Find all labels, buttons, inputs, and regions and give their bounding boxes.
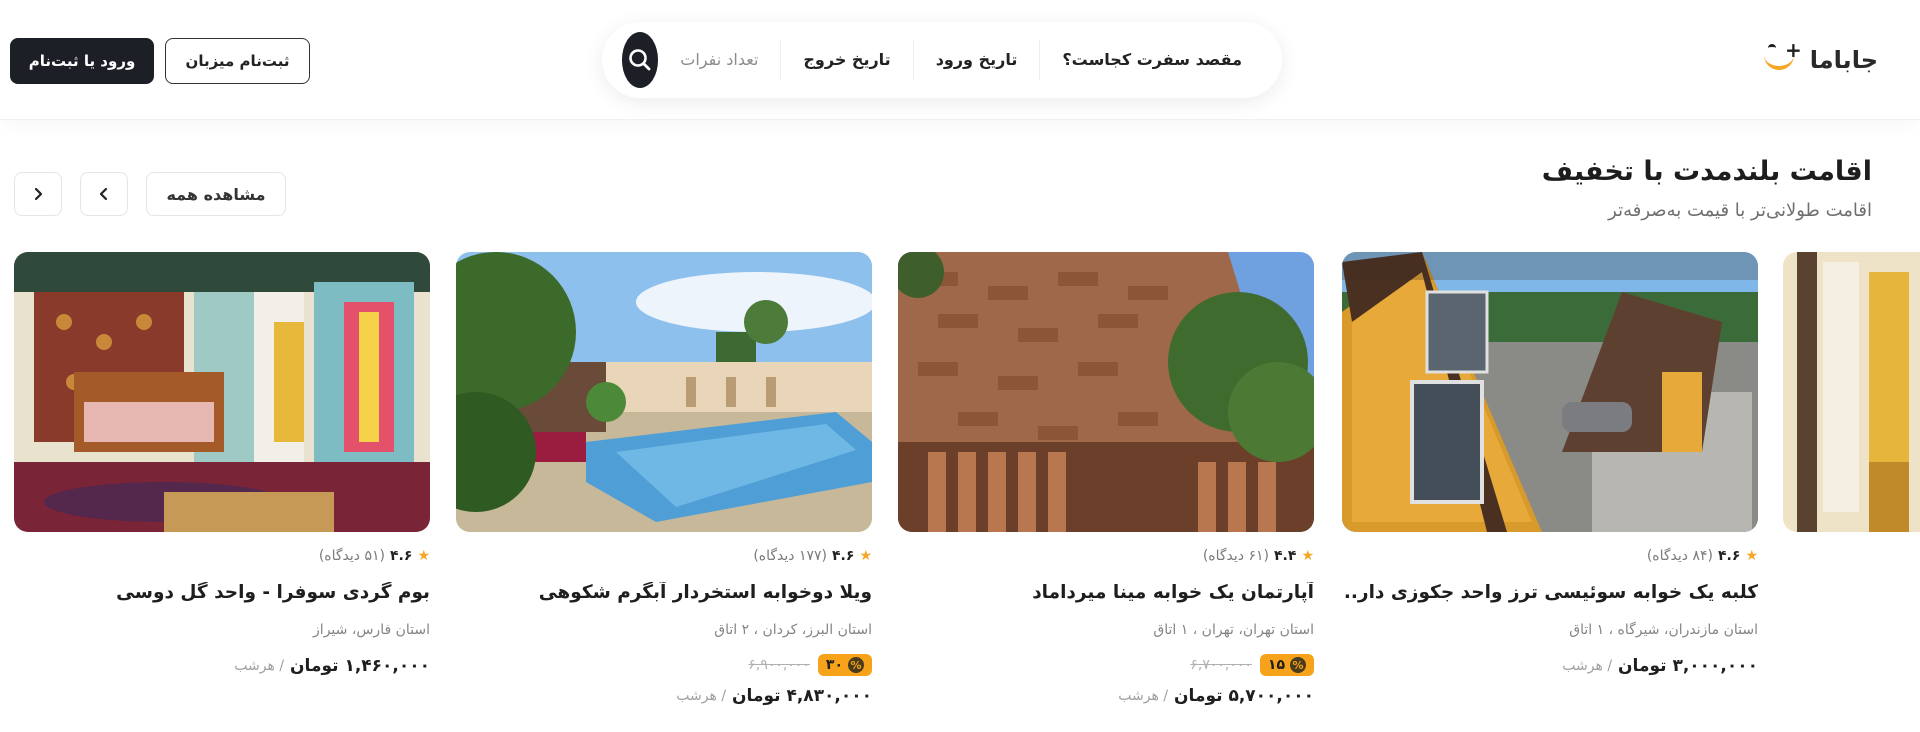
discount-badge: % ۱۵ bbox=[1259, 654, 1314, 676]
price-per-night: / هرشب bbox=[234, 658, 285, 674]
search-icon bbox=[629, 49, 651, 71]
listing-card[interactable]: ★ ۴.۴ (۶۱ دیدگاه) آپارتمان یک خوابه مینا… bbox=[898, 252, 1314, 708]
chevron-right-icon bbox=[34, 187, 43, 201]
old-price: ۶,۷۰۰,۰۰۰ bbox=[1190, 657, 1252, 673]
listing-price: ۱,۴۶۰,۰۰۰ تومان bbox=[290, 656, 430, 676]
rating-score: ۴.۶ bbox=[832, 548, 855, 564]
review-count: (۸۴ دیدگاه) bbox=[1646, 548, 1714, 564]
discount-value: ۳۰ bbox=[825, 657, 843, 673]
listing-location: استان مازندران، شیرگاه ، ۱ اتاق bbox=[1569, 622, 1758, 638]
guests-field[interactable]: تعداد نفرات bbox=[658, 40, 780, 80]
listing-title[interactable]: بوم گردی سوفرا - واحد گل دوسی bbox=[14, 582, 430, 608]
rating-row: ★ ۴.۶ (۵۱ دیدگاه) bbox=[14, 546, 430, 566]
price-row: ۳,۰۰۰,۰۰۰ تومان / هرشب bbox=[1342, 654, 1758, 678]
carousel-next-button[interactable] bbox=[14, 172, 62, 216]
listing-price: ۵,۷۰۰,۰۰۰ تومان bbox=[1174, 686, 1314, 706]
check-out-field[interactable]: تاریخ خروج bbox=[780, 40, 912, 80]
review-count: (۵۱ دیدگاه) bbox=[318, 548, 386, 564]
rating-row: ★ ۴.۶ (۸۴ دیدگاه) bbox=[1342, 546, 1758, 566]
star-icon: ★ bbox=[417, 548, 430, 564]
listing-photo-swiss-cabin[interactable] bbox=[1342, 252, 1758, 532]
listing-location: استان فارس، شیراز bbox=[313, 622, 430, 638]
rating-row: ★ ۴.۴ (۶۱ دیدگاه) bbox=[898, 546, 1314, 566]
listing-photo-mina-apartment[interactable] bbox=[898, 252, 1314, 532]
search-button[interactable] bbox=[622, 32, 659, 88]
star-icon: ★ bbox=[1301, 548, 1314, 564]
listing-card[interactable]: ★ ۴.۶ (۵۱ دیدگاه) بوم گردی سوفرا - واحد … bbox=[14, 252, 430, 678]
review-count: (۶۱ دیدگاه) bbox=[1202, 548, 1270, 564]
section-title: اقامت بلندمدت با تخفیف bbox=[1541, 156, 1872, 187]
old-price: ۶,۹۰۰,۰۰۰ bbox=[748, 657, 810, 673]
chevron-left-icon bbox=[99, 187, 108, 201]
price-per-night: / هرشب bbox=[676, 688, 727, 704]
rating-score: ۴.۶ bbox=[1718, 548, 1741, 564]
listing-card[interactable]: ★ ۴.۶ (۸۴ دیدگاه) کلبه یک خوابه سوئیسی ت… bbox=[1342, 252, 1758, 678]
listing-photo-sofra-ecolodge[interactable] bbox=[14, 252, 430, 532]
price-row: ۴,۸۳۰,۰۰۰ تومان / هرشب bbox=[456, 684, 872, 708]
star-icon: ★ bbox=[1745, 548, 1758, 564]
jabama-logo[interactable]: جاباما + bbox=[1758, 40, 1878, 80]
listing-location: استان تهران، تهران ، ۱ اتاق bbox=[1153, 622, 1314, 638]
rating-score: ۴.۴ bbox=[1274, 548, 1297, 564]
partial-listing-photo[interactable] bbox=[1783, 252, 1920, 532]
discount-badge: % ۳۰ bbox=[817, 654, 872, 676]
host-signup-button[interactable]: ثبت‌نام میزبان bbox=[165, 38, 310, 84]
rating-row: ★ ۴.۶ (۱۷۷ دیدگاه) bbox=[456, 546, 872, 566]
listing-price: ۳,۰۰۰,۰۰۰ تومان bbox=[1618, 656, 1758, 676]
top-header: جاباما + مقصد سفرت کجاست؟ تاریخ ورود تار… bbox=[0, 0, 1920, 120]
search-bar: مقصد سفرت کجاست؟ تاریخ ورود تاریخ خروج ت… bbox=[602, 22, 1282, 98]
discount-row: % ۱۵ ۶,۷۰۰,۰۰۰ bbox=[898, 650, 1314, 680]
listing-card[interactable]: ★ ۴.۶ (۱۷۷ دیدگاه) ویلا دوخوابه استخردار… bbox=[456, 252, 872, 708]
price-row: ۱,۴۶۰,۰۰۰ تومان / هرشب bbox=[14, 654, 430, 678]
review-count: (۱۷۷ دیدگاه) bbox=[753, 548, 828, 564]
logo-smile-icon: + bbox=[1758, 40, 1802, 80]
listing-title[interactable]: آپارتمان یک خوابه مینا میرداماد bbox=[898, 582, 1314, 608]
listing-title[interactable]: کلبه یک خوابه سوئیسی ترز واحد جکوزی دار.… bbox=[1342, 582, 1758, 608]
listing-photo-pool-villa[interactable] bbox=[456, 252, 872, 532]
view-all-button[interactable]: مشاهده همه bbox=[146, 172, 286, 216]
price-per-night: / هرشب bbox=[1118, 688, 1169, 704]
discount-value: ۱۵ bbox=[1267, 657, 1285, 673]
carousel-prev-button[interactable] bbox=[80, 172, 128, 216]
login-signup-button[interactable]: ورود یا ثبت‌نام bbox=[10, 38, 154, 84]
listing-title[interactable]: ویلا دوخوابه استخردار آبگرم شکوهی bbox=[456, 582, 872, 608]
rating-score: ۴.۶ bbox=[390, 548, 413, 564]
star-icon: ★ bbox=[859, 548, 872, 564]
price-per-night: / هرشب bbox=[1562, 658, 1613, 674]
percent-icon: % bbox=[1290, 657, 1306, 673]
price-row: ۵,۷۰۰,۰۰۰ تومان / هرشب bbox=[898, 684, 1314, 708]
listing-price: ۴,۸۳۰,۰۰۰ تومان bbox=[732, 686, 872, 706]
discount-row: % ۳۰ ۶,۹۰۰,۰۰۰ bbox=[456, 650, 872, 680]
logo-text: جاباما bbox=[1809, 46, 1878, 74]
percent-icon: % bbox=[848, 657, 864, 673]
check-in-field[interactable]: تاریخ ورود bbox=[912, 40, 1040, 80]
section-subtitle: اقامت طولانی‌تر با قیمت به‌صرفه‌تر bbox=[1608, 200, 1872, 221]
destination-field[interactable]: مقصد سفرت کجاست؟ bbox=[1039, 40, 1242, 80]
listing-location: استان البرز، کردان ، ۲ اتاق bbox=[714, 622, 872, 638]
